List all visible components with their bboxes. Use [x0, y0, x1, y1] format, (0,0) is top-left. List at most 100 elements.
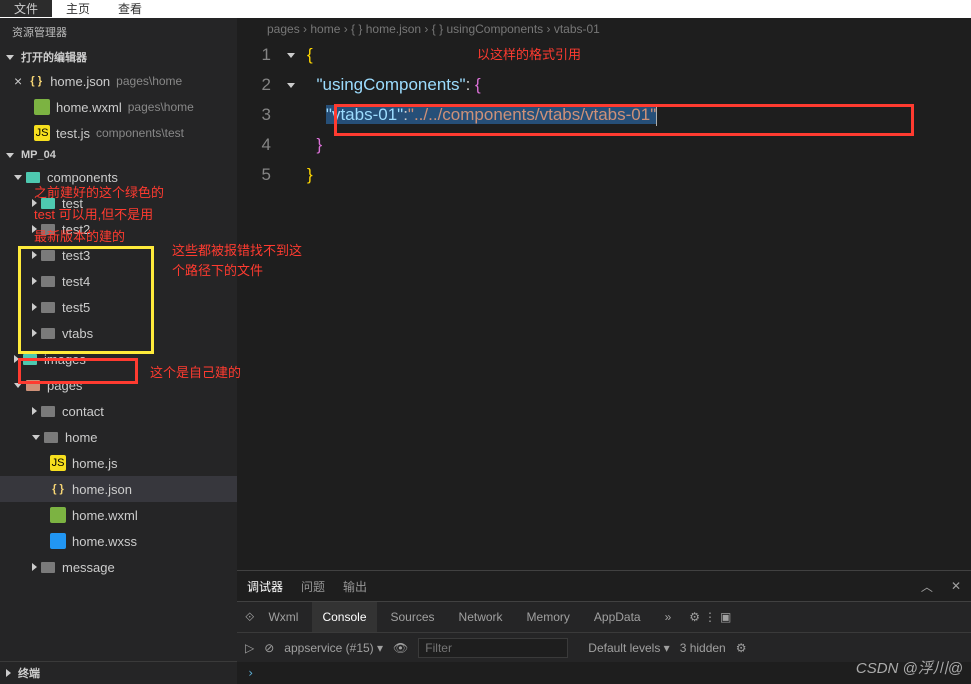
chevron-down-icon[interactable] [287, 53, 295, 58]
gear-icon[interactable]: ⚙ [736, 641, 747, 655]
folder-icon [26, 172, 40, 183]
filter-input[interactable] [418, 638, 568, 658]
chevron-right-icon [32, 329, 37, 337]
host-tab-file[interactable]: 文件 [0, 0, 52, 17]
tab-more[interactable]: » [655, 602, 682, 632]
folder-test[interactable]: test [0, 190, 237, 216]
tab-appdata[interactable]: AppData [584, 602, 651, 632]
folder-contact[interactable]: contact [0, 398, 237, 424]
play-icon[interactable]: ▷ [245, 641, 254, 655]
folder-test3[interactable]: test3 [0, 242, 237, 268]
file-home-wxml[interactable]: home.wxml [0, 502, 237, 528]
js-icon: JS [50, 455, 66, 471]
folder-images[interactable]: images [0, 346, 237, 372]
levels-selector[interactable]: Default levels ▾ [588, 641, 669, 655]
chevron-right-icon [32, 407, 37, 415]
close-icon[interactable]: ✕ [951, 579, 961, 593]
project-header[interactable]: MP_04 [0, 146, 237, 164]
json-icon: { } [50, 481, 66, 497]
breadcrumb[interactable]: pages › home › { } home.json › { } using… [237, 18, 971, 40]
open-editors-header[interactable]: 打开的编辑器 [0, 46, 237, 68]
dock-icon[interactable]: ▣ [720, 610, 731, 624]
folder-icon [41, 250, 55, 261]
chevron-right-icon [32, 563, 37, 571]
panel-tabs: 调试器 问题 输出 ︿ ✕ [237, 571, 971, 601]
fold-column[interactable] [287, 40, 307, 190]
hidden-count[interactable]: 3 hidden [680, 641, 726, 655]
file-path: pages\home [116, 74, 182, 88]
file-name: test.js [56, 126, 90, 141]
chevron-right-icon [6, 669, 11, 677]
folder-icon [41, 198, 55, 209]
chevron-right-icon [32, 225, 37, 233]
chevron-down-icon [6, 55, 14, 60]
chevron-down-icon[interactable] [287, 83, 295, 88]
folder-test4[interactable]: test4 [0, 268, 237, 294]
host-tabs: 文件 主页 查看 [0, 0, 971, 18]
folder-icon [26, 380, 40, 391]
context-selector[interactable]: appservice (#15) ▾ [284, 641, 383, 655]
eye-icon[interactable]: 👁 [393, 641, 408, 655]
folder-message[interactable]: message [0, 554, 237, 580]
wxss-icon [50, 533, 66, 549]
sidebar: 资源管理器 打开的编辑器 × { } home.json pages\home … [0, 18, 237, 684]
wxml-icon [34, 99, 50, 115]
text-cursor [656, 106, 657, 126]
gear-icon[interactable]: ⚙ [689, 610, 700, 624]
folder-icon [44, 432, 58, 443]
tab-sources[interactable]: Sources [381, 602, 445, 632]
file-home-wxss[interactable]: home.wxss [0, 528, 237, 554]
file-path: components\test [96, 126, 184, 140]
folder-home[interactable]: home [0, 424, 237, 450]
file-home-js[interactable]: JShome.js [0, 450, 237, 476]
chevron-right-icon [32, 303, 37, 311]
chevron-down-icon [14, 383, 22, 388]
file-name: home.wxml [56, 100, 122, 115]
folder-icon [41, 406, 55, 417]
open-editor-item[interactable]: × { } home.json pages\home [0, 68, 237, 94]
folder-test2[interactable]: test2 [0, 216, 237, 242]
folder-icon [41, 224, 55, 235]
file-home-json[interactable]: { }home.json [0, 476, 237, 502]
chevron-right-icon [32, 199, 37, 207]
chevron-down-icon [32, 435, 40, 440]
editor-area: pages › home › { } home.json › { } using… [237, 18, 971, 684]
host-tab-view[interactable]: 查看 [104, 0, 156, 17]
more-icon[interactable]: ⋮ [704, 610, 716, 624]
open-editor-item[interactable]: home.wxml pages\home [0, 94, 237, 120]
tab-memory[interactable]: Memory [517, 602, 580, 632]
folder-icon [41, 562, 55, 573]
folder-icon [23, 354, 37, 365]
folder-vtabs[interactable]: vtabs [0, 320, 237, 346]
code-lines[interactable]: { "usingComponents": { "vtabs-01":"../..… [307, 40, 657, 190]
file-name: home.json [50, 74, 110, 89]
watermark: CSDN @浮川@ [856, 657, 963, 678]
json-icon: { } [28, 73, 44, 89]
js-icon: JS [34, 125, 50, 141]
inspect-icon[interactable]: ⟐ [245, 610, 254, 625]
file-tree: components test test2 test3 test4 test5 … [0, 164, 237, 661]
wxml-icon [50, 507, 66, 523]
clear-icon[interactable]: ⊘ [264, 641, 274, 655]
host-tab-home[interactable]: 主页 [52, 0, 104, 17]
chevron-right-icon [32, 251, 37, 259]
tab-problems[interactable]: 问题 [301, 578, 325, 595]
close-icon[interactable]: × [14, 73, 22, 89]
terminal-header[interactable]: 终端 [0, 661, 237, 684]
code-editor[interactable]: 12345 { "usingComponents": { "vtabs-01":… [237, 40, 971, 190]
tab-output[interactable]: 输出 [343, 578, 367, 595]
tab-debugger[interactable]: 调试器 [247, 578, 283, 595]
tab-network[interactable]: Network [449, 602, 513, 632]
folder-pages[interactable]: pages [0, 372, 237, 398]
file-path: pages\home [128, 100, 194, 114]
chevron-up-icon[interactable]: ︿ [921, 578, 933, 595]
open-editor-item[interactable]: JS test.js components\test [0, 120, 237, 146]
folder-icon [41, 276, 55, 287]
folder-test5[interactable]: test5 [0, 294, 237, 320]
chevron-down-icon [14, 175, 22, 180]
folder-components[interactable]: components [0, 164, 237, 190]
chevron-down-icon [6, 153, 14, 158]
tab-console[interactable]: Console [312, 602, 376, 632]
tab-wxml[interactable]: Wxml [258, 602, 308, 632]
explorer-title: 资源管理器 [0, 18, 237, 46]
